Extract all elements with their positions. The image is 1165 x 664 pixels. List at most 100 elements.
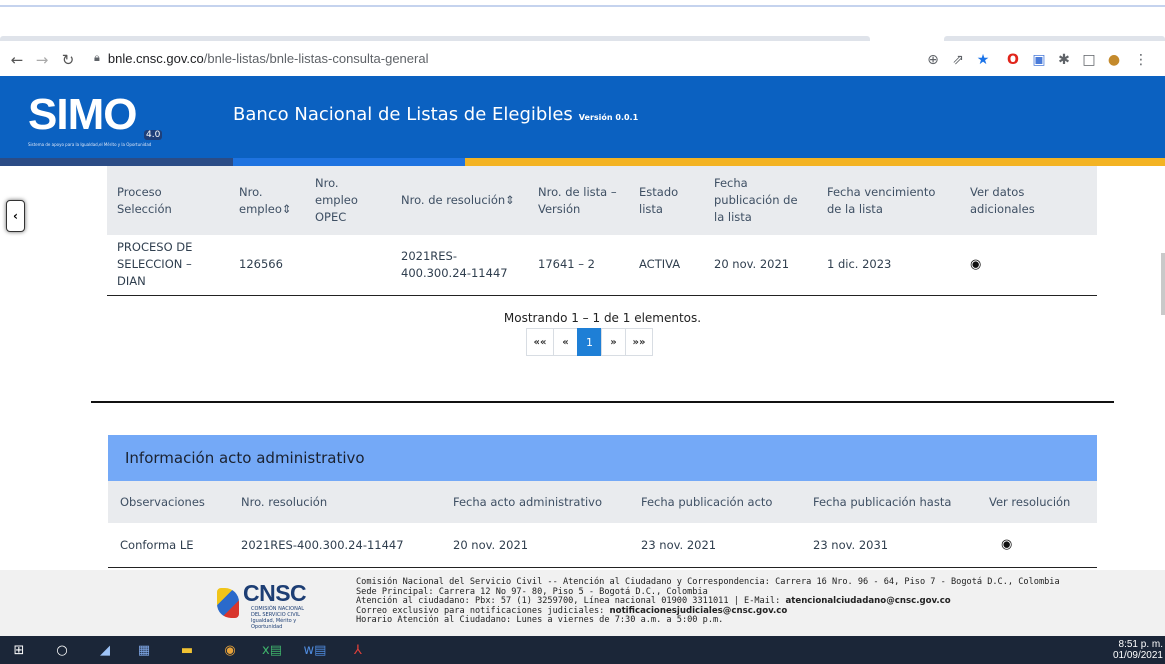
simo-logo[interactable]: SIMO 4.0 Sistema de apoyo para la Iguald…	[28, 90, 188, 148]
last-page-button[interactable]: »»	[625, 328, 653, 356]
profile-avatar-icon[interactable]: ●	[1103, 49, 1125, 71]
scrollbar-thumb[interactable]	[1161, 253, 1165, 315]
column-header-nro-empleo[interactable]: Nro. empleo⇕	[229, 166, 305, 235]
opera-extension-icon[interactable]: O	[1002, 49, 1024, 71]
cell-ver-datos: ◉	[960, 235, 1097, 296]
admin-act-table: Observaciones Nro. resolución Fecha acto…	[108, 481, 1097, 568]
back-icon[interactable]: ←	[6, 49, 28, 71]
cell-observaciones: Conforma LE	[108, 523, 229, 568]
next-page-button[interactable]: »	[601, 328, 626, 356]
calculator-icon[interactable]: ▦	[134, 640, 154, 660]
side-panel-icon[interactable]: □	[1078, 49, 1100, 71]
column-header-fecha-vencimiento: Fecha vencimiento de la lista	[817, 166, 960, 235]
column-header-nro-lista: Nro. de lista – Versión	[528, 166, 629, 235]
taskbar-clock[interactable]: 8:51 p. m. 01/09/2021	[1113, 639, 1163, 661]
url-host: bnle.cnsc.gov.co	[107, 51, 204, 66]
section-divider	[91, 401, 1114, 403]
cnsc-logo-subtitle: COMISIÓN NACIONAL DEL SERVICIO CIVIL Igu…	[251, 606, 305, 630]
column-header-fecha-publicacion-acto: Fecha publicación acto	[629, 481, 801, 523]
cell-fecha-acto: 20 nov. 2021	[441, 523, 629, 568]
cell-nro-lista: 17641 – 2	[528, 235, 629, 296]
footer-email-link[interactable]: atencionalciudadano@cnsc.gov.co	[785, 596, 950, 606]
windows-start-icon[interactable]: ⊞	[9, 640, 29, 660]
url-field[interactable]: 🔒︎ bnle.cnsc.gov.co/bnle-listas/bnle-lis…	[94, 51, 428, 66]
chrome-icon[interactable]: ◉	[220, 640, 240, 660]
cell-fecha-vencimiento: 1 dic. 2023	[817, 235, 960, 296]
column-header-observaciones: Observaciones	[108, 481, 229, 523]
address-bar: ← → ↻ 🔒︎ bnle.cnsc.gov.co/bnle-listas/bn…	[0, 45, 1165, 75]
clock-date: 01/09/2021	[1112, 650, 1163, 661]
reload-icon[interactable]: ↻	[57, 49, 79, 71]
browser-tab[interactable]	[0, 36, 870, 41]
bookmark-star-icon[interactable]: ★	[972, 49, 994, 71]
site-title-text: Banco Nacional de Listas de Elegibles	[233, 104, 573, 125]
translate-extension-icon[interactable]: ▣	[1028, 49, 1050, 71]
word-icon[interactable]: w▤	[304, 640, 327, 660]
site-version: Versión 0.0.1	[578, 113, 639, 122]
column-header-ver-resolucion: Ver resolución	[977, 481, 1097, 523]
cnsc-logo: CNSC COMISIÓN NACIONAL DEL SERVICIO CIVI…	[217, 580, 327, 630]
results-header-row: Proceso Selección Nro. empleo⇕ Nro. empl…	[107, 166, 1097, 235]
site-header: SIMO 4.0 Sistema de apoyo para la Iguald…	[0, 76, 1165, 158]
table-row: Conforma LE 2021RES-400.300.24-11447 20 …	[108, 523, 1097, 568]
logo-text: SIMO	[28, 90, 137, 139]
logo-version-badge: 4.0	[144, 130, 163, 140]
column-header-proceso[interactable]: Proceso Selección	[107, 166, 229, 235]
column-header-fecha-acto: Fecha acto administrativo	[441, 481, 629, 523]
browser-menu-icon[interactable]: ⋮	[1130, 49, 1152, 71]
cell-estado: ACTIVA	[629, 235, 704, 296]
acrobat-icon[interactable]: ⅄	[348, 640, 368, 660]
admin-act-card: Información acto administrativo Observac…	[108, 435, 1097, 568]
logo-tagline: Sistema de apoyo para la Igualdad,el Mér…	[28, 142, 152, 147]
clock-time: 8:51 p. m.	[1118, 639, 1163, 650]
cnsc-emblem-icon	[217, 588, 239, 618]
cell-ver-resolucion: ◉	[977, 523, 1097, 568]
site-footer: CNSC COMISIÓN NACIONAL DEL SERVICIO CIVI…	[0, 570, 1165, 636]
footer-line: Horario Atención al Ciudadano: Lunes a v…	[356, 615, 724, 626]
install-app-icon[interactable]: ⊕	[922, 49, 944, 71]
column-header-nro-resolucion[interactable]: Nro. de resolución⇕	[391, 166, 528, 235]
admin-act-heading: Información acto administrativo	[108, 435, 1097, 481]
cnsc-logo-name: CNSC	[243, 580, 307, 606]
collapse-sidebar-button[interactable]: ‹	[6, 200, 25, 232]
eye-icon[interactable]: ◉	[1001, 537, 1012, 552]
search-icon[interactable]: ○	[52, 640, 72, 660]
header-accent-bar	[0, 158, 1165, 166]
previous-page-button[interactable]: «	[553, 328, 578, 356]
page-title: Banco Nacional de Listas de Elegibles Ver…	[233, 104, 638, 125]
cell-nro-resolucion: 2021RES-400.300.24-11447	[229, 523, 441, 568]
forward-icon[interactable]: →	[31, 49, 53, 71]
current-page-button[interactable]: 1	[577, 328, 602, 356]
column-header-nro-empleo-opec: Nro. empleo OPEC	[305, 166, 391, 235]
cell-fecha-publicacion-acto: 23 nov. 2021	[629, 523, 801, 568]
column-header-fecha-publicacion: Fecha publicación de la lista	[704, 166, 817, 235]
table-row: PROCESO DE SELECCION – DIAN 126566 2021R…	[107, 235, 1097, 296]
excel-icon[interactable]: x▤	[262, 640, 282, 660]
extensions-puzzle-icon[interactable]: ✱	[1053, 49, 1075, 71]
cell-fecha-hasta: 23 nov. 2031	[801, 523, 977, 568]
browser-tab[interactable]	[944, 36, 1165, 41]
file-explorer-icon[interactable]: ▬	[177, 640, 197, 660]
cell-proceso: PROCESO DE SELECCION – DIAN	[107, 235, 229, 296]
eye-icon[interactable]: ◉	[970, 257, 981, 272]
chevron-left-icon: ‹	[13, 209, 18, 223]
url-path: /bnle-listas/bnle-listas-consulta-genera…	[203, 51, 429, 66]
column-header-estado: Estado lista	[629, 166, 704, 235]
lock-icon: 🔒︎	[94, 52, 100, 64]
pagination-summary: Mostrando 1 – 1 de 1 elementos.	[503, 311, 702, 325]
edge-browser-icon[interactable]: ◢	[95, 640, 115, 660]
pagination: «« « 1 » »»	[526, 328, 653, 356]
footer-contact-info: Comisión Nacional del Servicio Civil -- …	[356, 577, 1060, 626]
cell-nro-empleo-opec	[305, 235, 391, 296]
column-header-ver-datos: Ver datos adicionales	[960, 166, 1097, 235]
cell-nro-empleo: 126566	[229, 235, 305, 296]
windows-taskbar: ⊞ ○ ◢ ▦ ▬ ◉ x▤ w▤ ⅄ 8:51 p. m. 01/09/202…	[0, 636, 1165, 664]
first-page-button[interactable]: ««	[526, 328, 554, 356]
tab-strip	[0, 9, 1165, 45]
cell-nro-resolucion: 2021RES-400.300.24-11447	[391, 235, 528, 296]
share-icon[interactable]: ⇗	[947, 49, 969, 71]
cell-fecha-publicacion: 20 nov. 2021	[704, 235, 817, 296]
column-header-fecha-hasta: Fecha publicación hasta	[801, 481, 977, 523]
admin-header-row: Observaciones Nro. resolución Fecha acto…	[108, 481, 1097, 523]
window-top-edge	[0, 0, 1165, 7]
